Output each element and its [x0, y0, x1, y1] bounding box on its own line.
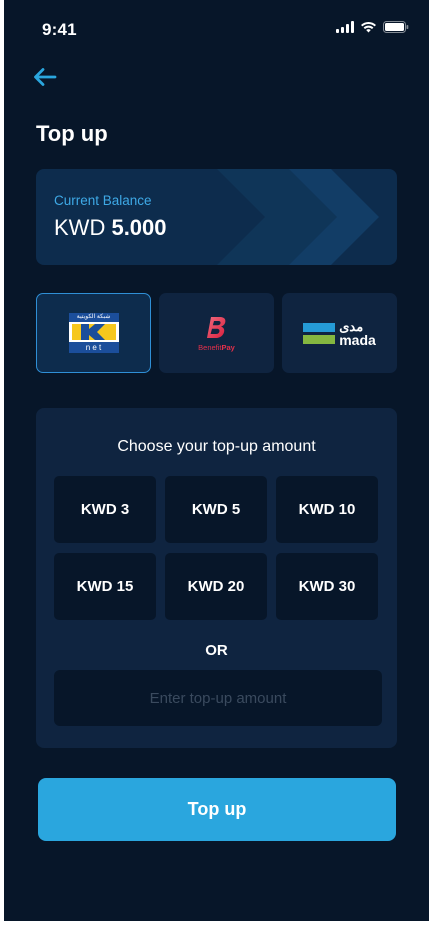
amount-option-15[interactable]: KWD 15: [54, 553, 156, 620]
page-title: Top up: [36, 121, 108, 146]
mada-wordmark: مدى mada: [339, 320, 376, 347]
chevron-decoration: [217, 169, 379, 265]
amount-option-10[interactable]: KWD 10: [276, 476, 378, 543]
mada-latin: mada: [339, 331, 376, 348]
amount-option-20[interactable]: KWD 20: [165, 553, 267, 620]
balance-card: Current Balance KWD 5.000: [36, 169, 397, 265]
wifi-icon: [360, 21, 377, 33]
battery-icon: [383, 21, 409, 33]
mada-bars: [303, 322, 336, 344]
amount-option-30[interactable]: KWD 30: [276, 553, 378, 620]
status-icons: [336, 21, 409, 33]
or-label: OR: [205, 642, 228, 659]
balance-amount: 5.000: [111, 215, 167, 240]
topup-button[interactable]: Top up: [38, 778, 396, 841]
knet-arabic-text: شبكة الكويتية: [76, 314, 111, 320]
app-screen: 9:41 Top up Current Balance KWD 5.000 شب…: [4, 0, 429, 921]
amount-panel: Choose your top-up amount KWD 3 KWD 5 KW…: [36, 408, 397, 748]
mada-logo: مدى mada: [303, 320, 376, 347]
arrow-left-icon: [34, 68, 57, 86]
balance-value: KWD 5.000: [54, 215, 167, 241]
knet-logo: شبكة الكويتية n e t: [68, 313, 119, 353]
status-bar: 9:41: [4, 0, 429, 56]
back-button[interactable]: [30, 62, 60, 92]
status-time: 9:41: [42, 20, 77, 39]
payment-method-benefitpay[interactable]: BenefitPay: [159, 293, 274, 373]
balance-currency: KWD: [54, 215, 106, 240]
payment-method-knet[interactable]: شبكة الكويتية n e t: [36, 293, 151, 373]
benefitpay-text: BenefitPay: [198, 342, 235, 352]
benefitpay-logo: BenefitPay: [198, 315, 235, 352]
balance-label: Current Balance: [54, 193, 152, 208]
benefitpay-b-icon: [206, 316, 225, 338]
amount-panel-title: Choose your top-up amount: [117, 438, 316, 455]
knet-latin-text: n e t: [85, 343, 102, 352]
amount-option-5[interactable]: KWD 5: [165, 476, 267, 543]
payment-methods: شبكة الكويتية n e t BenefitPay مدى mada: [36, 293, 397, 373]
signal-icon: [336, 21, 354, 33]
topup-amount-input[interactable]: [54, 670, 382, 726]
amount-option-3[interactable]: KWD 3: [54, 476, 156, 543]
payment-method-mada[interactable]: مدى mada: [282, 293, 397, 373]
mada-arabic: مدى: [339, 318, 364, 334]
